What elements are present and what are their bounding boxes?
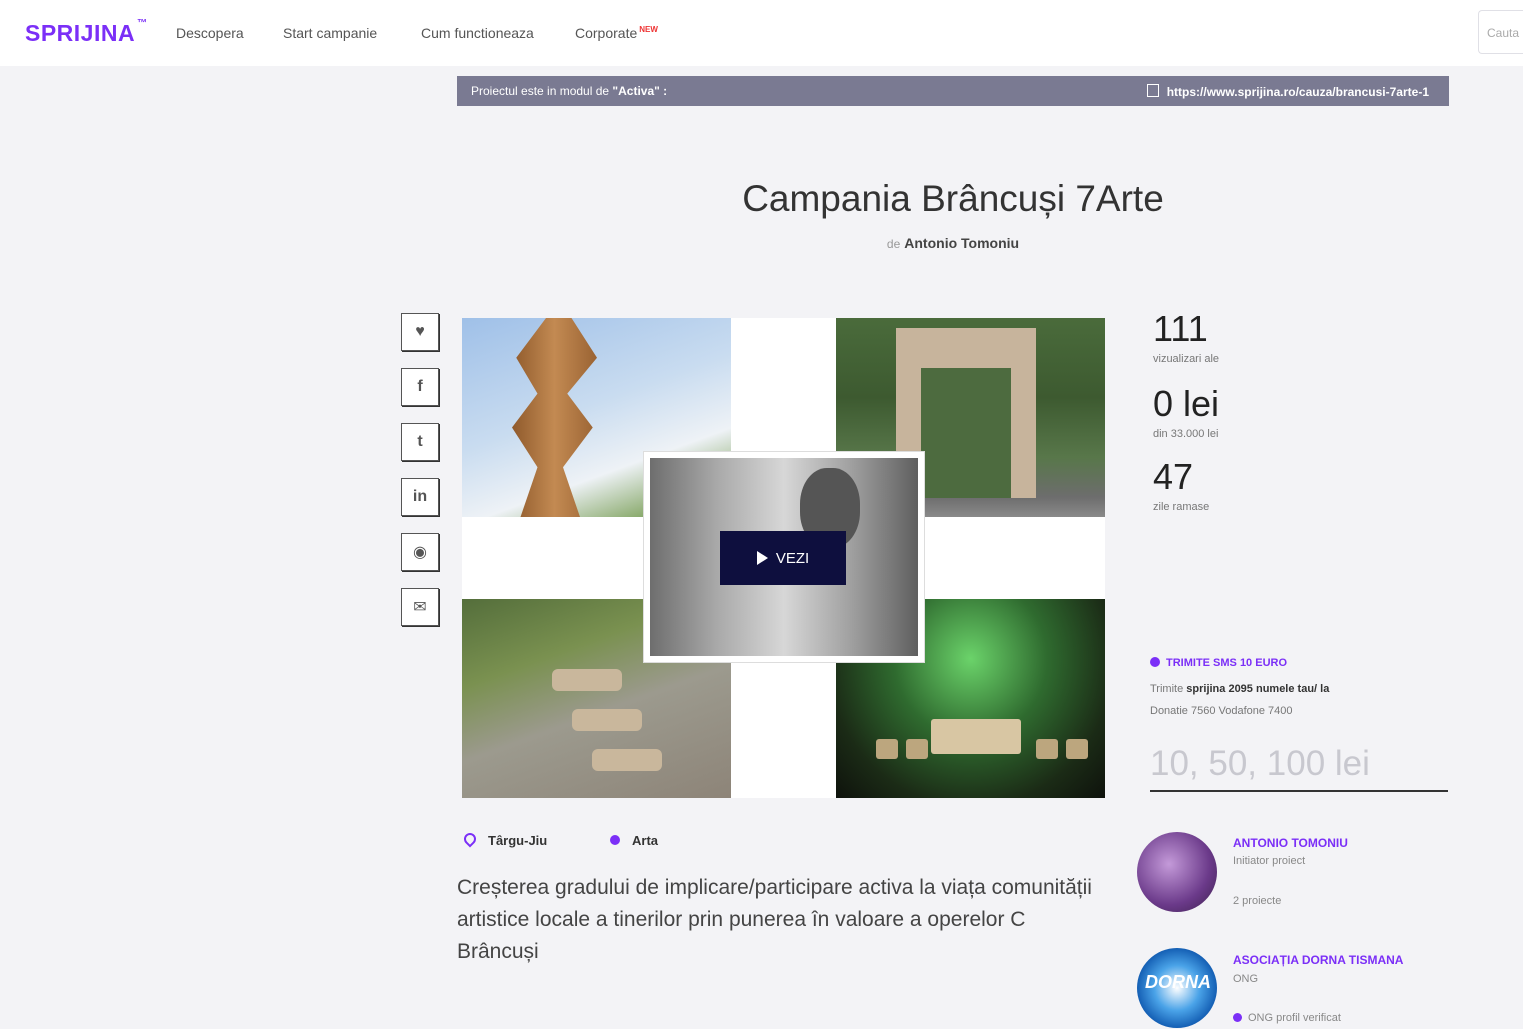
initiator-avatar[interactable]: [1137, 832, 1217, 912]
status-value: "Activa" :: [612, 84, 668, 98]
sms-icon: [1150, 657, 1160, 667]
linkedin-icon[interactable]: in: [401, 478, 439, 516]
nav-descopera[interactable]: Descopera: [176, 25, 244, 41]
heart-icon[interactable]: ♥: [401, 313, 439, 351]
twitter-icon[interactable]: t: [401, 423, 439, 461]
views-count: 111: [1153, 308, 1208, 349]
organization-avatar[interactable]: DORNA: [1137, 948, 1217, 1028]
email-icon[interactable]: ✉: [401, 588, 439, 626]
author-link[interactable]: Antonio Tomoniu: [904, 235, 1019, 251]
top-navigation: SPRIJINA ™ Descopera Start campanie Cum f…: [0, 0, 1523, 66]
status-banner: Proiectul este in modul de "Activa" : ht…: [457, 76, 1449, 106]
play-video-button[interactable]: VEZI: [720, 531, 846, 585]
campaign-title: Campania Brâncuși 7Arte: [742, 178, 1164, 219]
goal-label: din 33.000 lei: [1153, 428, 1219, 440]
search-input[interactable]: Cauta: [1478, 10, 1523, 54]
sms-donation-title: TRIMITE SMS 10 EURO: [1150, 657, 1287, 669]
campaign-description: Creșterea gradului de implicare/particip…: [457, 876, 1092, 963]
initiator-projects[interactable]: 2 proiecte: [1233, 895, 1281, 907]
sms-operators: Donatie 7560 Vodafone 7400: [1150, 705, 1293, 717]
new-badge: NEW: [639, 25, 658, 34]
share-bar: ♥ f t in ◉ ✉: [401, 313, 439, 643]
organization-type: ONG: [1233, 973, 1259, 985]
facebook-icon[interactable]: f: [401, 368, 439, 406]
category-icon: [610, 835, 620, 845]
campaign-author: de Antonio Tomoniu: [0, 235, 1523, 251]
nav-corporate[interactable]: Corporate NEW: [575, 25, 658, 41]
sprijina-logo[interactable]: SPRIJINA ™: [25, 18, 148, 47]
days-label: zile ramase: [1153, 501, 1210, 513]
initiator-role: Initiator proiect: [1233, 855, 1306, 867]
nav-start-campanie[interactable]: Start campanie: [283, 25, 377, 41]
status-prefix: Proiectul este in modul de: [471, 84, 613, 98]
verified-badge: ONG profil verificat: [1233, 1012, 1341, 1024]
nav-cum-functioneaza[interactable]: Cum functioneaza: [421, 25, 534, 41]
verified-icon: [1233, 1013, 1242, 1022]
raised-amount: 0 lei: [1153, 383, 1220, 424]
whatsapp-icon[interactable]: ◉: [401, 533, 439, 571]
location-tag[interactable]: Târgu-Jiu: [461, 830, 547, 848]
play-icon: [756, 551, 768, 565]
campaign-url-link[interactable]: https://www.sprijina.ro/cauza/brancusi-7…: [1146, 84, 1429, 99]
days-left: 47: [1153, 456, 1194, 497]
copy-icon: [1146, 84, 1159, 97]
sms-instructions: Trimite sprijina 2095 numele tau/ la: [1150, 683, 1330, 695]
organization-name[interactable]: ASOCIAȚIA DORNA TISMANA: [1233, 953, 1403, 967]
location-pin-icon: [461, 830, 479, 848]
donation-amount-input[interactable]: 10, 50, 100 lei: [1150, 740, 1448, 792]
by-label: de: [886, 237, 901, 251]
campaign-gallery: VEZI: [462, 318, 1105, 798]
views-label: vizualizari ale: [1153, 353, 1220, 365]
initiator-name[interactable]: ANTONIO TOMONIU: [1233, 836, 1348, 850]
category-tag[interactable]: Arta: [610, 833, 658, 848]
